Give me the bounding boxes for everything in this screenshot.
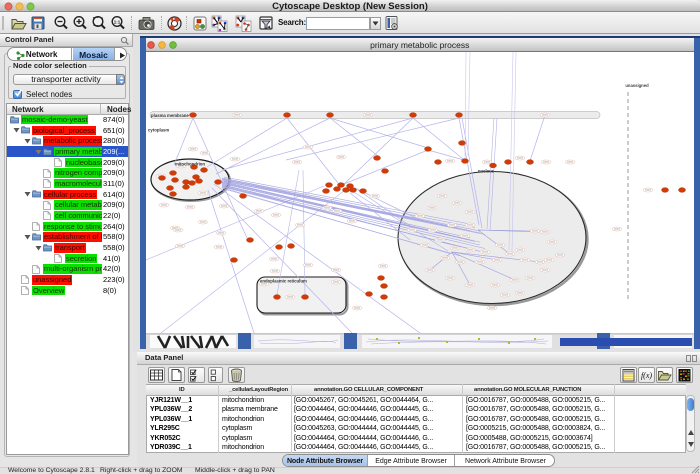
svg-text:endoplasmic reticulum: endoplasmic reticulum bbox=[260, 279, 307, 284]
svg-text:nucleus: nucleus bbox=[478, 169, 495, 174]
svg-text:cytoplasm: cytoplasm bbox=[148, 128, 169, 133]
svg-text:f(x): f(x) bbox=[641, 371, 652, 380]
svg-text:1:1: 1:1 bbox=[114, 20, 121, 25]
svg-text:plasma membrane: plasma membrane bbox=[151, 113, 189, 118]
svg-text:unassigned: unassigned bbox=[625, 83, 649, 88]
svg-text:mitochondrion: mitochondrion bbox=[175, 162, 205, 167]
